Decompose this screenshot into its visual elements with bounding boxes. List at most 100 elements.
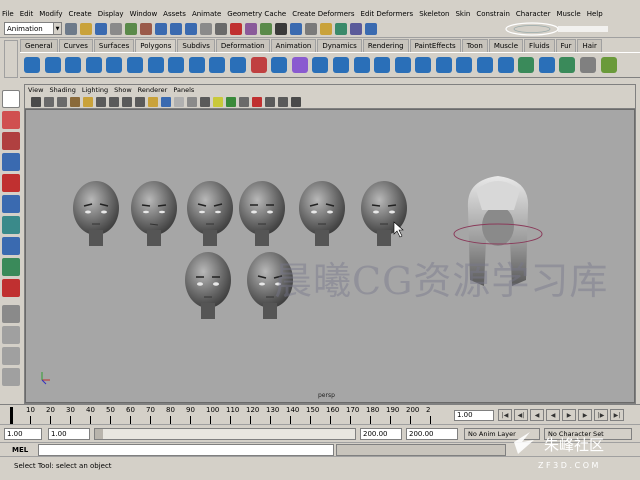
camera-select-icon[interactable]: [31, 96, 41, 107]
hq-render-icon[interactable]: [278, 96, 288, 107]
menu-create[interactable]: Create: [68, 10, 91, 18]
head-5[interactable]: [299, 181, 345, 246]
head-3[interactable]: [187, 181, 233, 246]
menu-set-dropdown[interactable]: Animation ▼: [4, 22, 62, 35]
menu-character[interactable]: Character: [516, 10, 551, 18]
xray-icon[interactable]: [239, 96, 249, 107]
select-tool-icon[interactable]: [2, 90, 20, 108]
film-gate-icon[interactable]: [83, 96, 93, 107]
ipr-render-icon[interactable]: [245, 22, 257, 35]
animation-start-field[interactable]: 1.00: [4, 428, 42, 440]
poly-cube-icon[interactable]: [44, 57, 61, 73]
head-4[interactable]: [239, 181, 285, 246]
paint-select-tool-icon[interactable]: [2, 132, 20, 150]
tab-rendering[interactable]: Rendering: [362, 39, 409, 52]
safe-action-icon[interactable]: [122, 96, 132, 107]
layout-single-icon[interactable]: [2, 305, 20, 323]
layout-split-icon[interactable]: [2, 347, 20, 365]
poly-helix-icon[interactable]: [209, 57, 226, 73]
layout-outliner-icon[interactable]: [2, 368, 20, 386]
tab-surfaces[interactable]: Surfaces: [93, 39, 135, 52]
field-chart-icon[interactable]: [148, 96, 158, 107]
save-scene-icon[interactable]: [95, 22, 107, 35]
split-polygon-icon[interactable]: [415, 57, 432, 73]
poly-cylinder-icon[interactable]: [65, 57, 82, 73]
mirror-icon[interactable]: [353, 57, 370, 73]
animation-end-field[interactable]: 200.00: [406, 428, 458, 440]
combine-icon[interactable]: [229, 57, 246, 73]
hypershade-icon[interactable]: [320, 22, 332, 35]
poly-sphere-icon[interactable]: [24, 57, 40, 73]
tab-toon[interactable]: Toon: [461, 39, 488, 52]
menu-help[interactable]: Help: [587, 10, 603, 18]
select-object-icon[interactable]: [125, 22, 137, 35]
show-manip-tool-icon[interactable]: [2, 258, 20, 276]
move-tool-icon[interactable]: [2, 153, 20, 171]
panel-menu-view[interactable]: View: [28, 86, 43, 94]
panel-menu-renderer[interactable]: Renderer: [138, 86, 168, 94]
bookmark-icon[interactable]: [57, 96, 67, 107]
tab-fur[interactable]: Fur: [555, 39, 577, 52]
outliner-icon[interactable]: [335, 22, 347, 35]
menu-edit-deformers[interactable]: Edit Deformers: [361, 10, 414, 18]
layout-four-icon[interactable]: [2, 326, 20, 344]
command-input[interactable]: [38, 444, 334, 456]
isolate-select-icon[interactable]: [265, 96, 275, 107]
tab-painteffects[interactable]: PaintEffects: [409, 39, 461, 52]
select-hierarchy-icon[interactable]: [110, 22, 122, 35]
playback-start-field[interactable]: 1.00: [48, 428, 90, 440]
select-component-icon[interactable]: [140, 22, 152, 35]
wireframe-on-shaded-icon[interactable]: [187, 96, 197, 107]
soft-mod-tool-icon[interactable]: [2, 237, 20, 255]
poly-pipe-icon[interactable]: [188, 57, 205, 73]
menu-window[interactable]: Window: [130, 10, 158, 18]
panel-menu-lighting[interactable]: Lighting: [82, 86, 108, 94]
menu-file[interactable]: File: [2, 10, 14, 18]
panel-menu-show[interactable]: Show: [114, 86, 132, 94]
menu-animate[interactable]: Animate: [192, 10, 221, 18]
uv-editor-icon[interactable]: [600, 57, 617, 73]
poly-pyramid-icon[interactable]: [168, 57, 185, 73]
menu-create-deformers[interactable]: Create Deformers: [292, 10, 354, 18]
viewport-3d[interactable]: 晨曦CG资源学习库 persp: [25, 109, 635, 403]
command-language-label[interactable]: MEL: [12, 446, 28, 454]
menu-edit[interactable]: Edit: [20, 10, 34, 18]
slide-edge-icon[interactable]: [559, 57, 576, 73]
panel-menu-shading[interactable]: Shading: [49, 86, 75, 94]
menu-assets[interactable]: Assets: [163, 10, 186, 18]
scale-tool-icon[interactable]: [2, 195, 20, 213]
head-2[interactable]: [131, 181, 177, 246]
menu-geometry-cache[interactable]: Geometry Cache: [227, 10, 286, 18]
menu-skeleton[interactable]: Skeleton: [419, 10, 449, 18]
snap-curve-icon[interactable]: [170, 22, 182, 35]
tab-polygons[interactable]: Polygons: [135, 39, 177, 52]
smooth-icon[interactable]: [312, 57, 329, 73]
tool-settings-icon[interactable]: [305, 22, 317, 35]
tab-deformation[interactable]: Deformation: [215, 39, 270, 52]
range-bar[interactable]: [94, 428, 356, 440]
head-1[interactable]: [73, 181, 119, 246]
current-time-marker[interactable]: [10, 407, 13, 424]
grid-toggle-icon[interactable]: [96, 96, 106, 107]
snap-plane-icon[interactable]: [200, 22, 212, 35]
poly-cone-icon[interactable]: [85, 57, 102, 73]
snap-point-icon[interactable]: [185, 22, 197, 35]
menu-display[interactable]: Display: [98, 10, 124, 18]
image-plane-icon[interactable]: [70, 96, 80, 107]
xray-joints-icon[interactable]: [252, 96, 262, 107]
render-icon[interactable]: [230, 22, 242, 35]
fill-hole-icon[interactable]: [374, 57, 391, 73]
panel-layout-icon[interactable]: [291, 96, 301, 107]
menu-muscle[interactable]: Muscle: [556, 10, 580, 18]
use-all-lights-icon[interactable]: [213, 96, 223, 107]
append-polygon-icon[interactable]: [394, 57, 411, 73]
shelf-menu-toggle[interactable]: [4, 40, 18, 78]
tab-dynamics[interactable]: Dynamics: [317, 39, 362, 52]
separate-icon[interactable]: [250, 57, 267, 73]
tab-fluids[interactable]: Fluids: [524, 39, 555, 52]
wireframe-icon[interactable]: [161, 96, 171, 107]
panel-menu-panels[interactable]: Panels: [173, 86, 194, 94]
render-settings-icon[interactable]: [260, 22, 272, 35]
layout-icon[interactable]: [365, 22, 377, 35]
last-tool-icon[interactable]: [2, 279, 20, 297]
